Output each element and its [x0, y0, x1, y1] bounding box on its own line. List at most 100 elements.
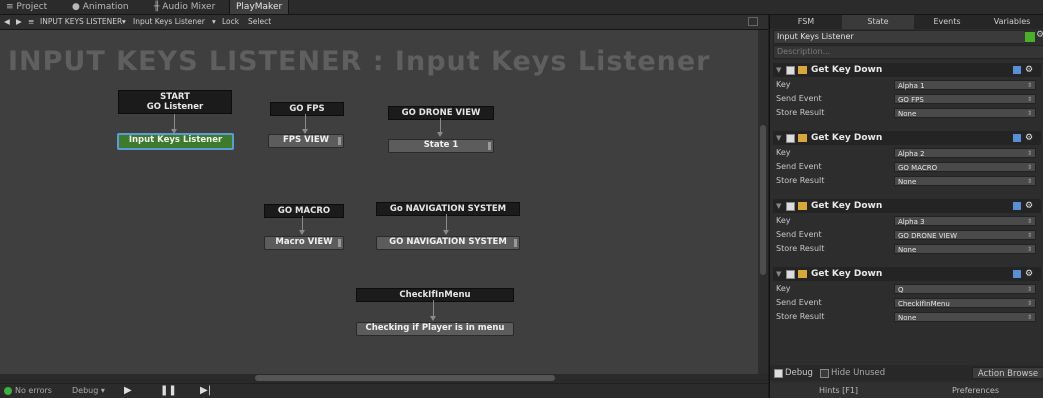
scroll-thumb[interactable] — [760, 125, 766, 275]
dropdown-arrow-icon: ⇕ — [1026, 82, 1032, 89]
forward-icon[interactable]: ▶ — [16, 15, 22, 29]
action-header[interactable]: ▼ Get Key Down ⚙ — [773, 199, 1041, 213]
scroll-thumb[interactable] — [255, 375, 555, 381]
state-color-swatch[interactable] — [1025, 32, 1035, 42]
event-label: GO Listener — [146, 102, 204, 112]
hide-unused-checkbox[interactable] — [820, 369, 829, 378]
gear-icon[interactable]: ⚙ — [1025, 63, 1033, 77]
state-label: GO NAVIGATION SYSTEM — [389, 237, 507, 247]
action-header[interactable]: ▼ Get Key Down ⚙ — [773, 63, 1041, 77]
event-box-checkifinmenu[interactable]: CheckIfInMenu — [356, 288, 514, 302]
event-box-go-navigation-system[interactable]: Go NAVIGATION SYSTEM — [376, 202, 520, 216]
event-box-go-macro[interactable]: GO MACRO — [264, 204, 344, 218]
pause-icon[interactable]: ❚❚ — [160, 384, 177, 398]
menu-icon[interactable]: ≡ — [28, 15, 34, 29]
arrowhead-icon — [430, 316, 436, 321]
gear-icon[interactable]: ⚙ — [1025, 199, 1033, 213]
event-label: GO MACRO — [277, 206, 331, 216]
help-icon[interactable] — [1013, 270, 1021, 278]
store-result-dropdown[interactable]: None ⇕ — [894, 312, 1036, 322]
key-dropdown[interactable]: Alpha 1 ⇕ — [894, 80, 1036, 90]
tab-playmaker[interactable]: PlayMaker — [229, 0, 290, 14]
param-label: Key — [776, 80, 791, 89]
debug-label: Debug — [785, 368, 813, 378]
breadcrumb-state[interactable]: Input Keys Listener — [133, 15, 205, 29]
horizontal-scrollbar[interactable] — [0, 374, 768, 383]
tab-label: Animation — [82, 2, 129, 12]
tab-events[interactable]: Events — [914, 15, 980, 29]
collapse-arrow-icon[interactable]: ▼ — [776, 63, 781, 77]
tab-state[interactable]: State — [842, 15, 914, 29]
action-icon — [798, 202, 807, 210]
tab-project[interactable]: ≡ Project — [0, 0, 53, 14]
collapse-arrow-icon[interactable]: ▼ — [776, 131, 781, 145]
select-button[interactable]: Select — [248, 15, 271, 29]
description-field[interactable]: Description... — [773, 45, 1043, 59]
play-icon[interactable]: ▶ — [124, 384, 132, 398]
state-name-field[interactable]: Input Keys Listener — [773, 30, 1026, 44]
send-event-dropdown[interactable]: GO MACRO ⇕ — [894, 162, 1036, 172]
action-header[interactable]: ▼ Get Key Down ⚙ — [773, 131, 1041, 145]
vertical-scrollbar[interactable] — [758, 30, 768, 374]
collapse-arrow-icon[interactable]: ▼ — [776, 199, 781, 213]
send-event-dropdown[interactable]: GO DRONE VIEW ⇕ — [894, 230, 1036, 240]
gear-icon[interactable]: ⚙ — [1036, 30, 1043, 40]
step-icon[interactable]: ▶| — [200, 384, 211, 398]
send-event-dropdown[interactable]: GO FPS ⇕ — [894, 94, 1036, 104]
event-box-go-fps[interactable]: GO FPS — [270, 102, 344, 116]
help-icon[interactable] — [1013, 66, 1021, 74]
action-enabled-checkbox[interactable] — [786, 66, 795, 75]
action-title: Get Key Down — [811, 65, 883, 75]
key-dropdown[interactable]: Alpha 3 ⇕ — [894, 216, 1036, 226]
breadcrumb-separator-icon: ▾ — [122, 17, 126, 26]
state-handle-icon — [338, 239, 341, 247]
action-browser-button[interactable]: Action Browse — [972, 367, 1043, 379]
action-enabled-checkbox[interactable] — [786, 270, 795, 279]
send-event-dropdown[interactable]: CheckIfInMenu ⇕ — [894, 298, 1036, 308]
debug-dropdown[interactable]: Debug ▾ — [72, 384, 105, 398]
state-handle-icon — [488, 142, 491, 150]
collapse-arrow-icon[interactable]: ▼ — [776, 267, 781, 281]
tab-audio-mixer[interactable]: ╫ Audio Mixer — [148, 0, 221, 14]
action-enabled-checkbox[interactable] — [786, 202, 795, 211]
param-label: Store Result — [776, 312, 825, 321]
state-node-macro-view[interactable]: Macro VIEW — [264, 236, 344, 250]
help-icon[interactable] — [1013, 134, 1021, 142]
inspector-footer: Debug Hide Unused Action Browse — [770, 365, 1043, 381]
param-label: Send Event — [776, 298, 822, 307]
tab-animation[interactable]: ● Animation — [66, 0, 135, 14]
store-result-dropdown[interactable]: None ⇕ — [894, 108, 1036, 118]
state-node-fps-view[interactable]: FPS VIEW — [268, 134, 344, 148]
inspector-panel: FSM State Events Variables Input Keys Li… — [769, 15, 1043, 398]
help-icon[interactable] — [1013, 202, 1021, 210]
gear-icon[interactable]: ⚙ — [1025, 131, 1033, 145]
tab-variables[interactable]: Variables — [980, 15, 1043, 29]
action-header[interactable]: ▼ Get Key Down ⚙ — [773, 267, 1041, 281]
action-enabled-checkbox[interactable] — [786, 134, 795, 143]
dropdown-value: None — [898, 178, 917, 186]
event-label: GO FPS — [289, 104, 325, 114]
fsm-graph-canvas[interactable]: INPUT KEYS LISTENER : Input Keys Listene… — [0, 30, 768, 374]
key-dropdown[interactable]: Alpha 2 ⇕ — [894, 148, 1036, 158]
store-result-dropdown[interactable]: None ⇕ — [894, 244, 1036, 254]
state-node-checking-if-player-is-in-menu[interactable]: Checking if Player is in menu — [356, 322, 514, 336]
window-tab-bar: ≡ Project ● Animation ╫ Audio Mixer Play… — [0, 0, 1043, 15]
key-dropdown[interactable]: Q ⇕ — [894, 284, 1036, 294]
lock-button[interactable]: Lock — [222, 15, 239, 29]
back-icon[interactable]: ◀ — [4, 15, 10, 29]
error-count[interactable]: No errors — [15, 384, 52, 398]
event-box-go-drone-view[interactable]: GO DRONE VIEW — [388, 106, 494, 120]
state-node-input-keys-listener[interactable]: Input Keys Listener — [117, 133, 234, 150]
breadcrumb-fsm[interactable]: INPUT KEYS LISTENER — [40, 15, 122, 29]
gear-icon[interactable]: ⚙ — [1025, 267, 1033, 281]
state-node-go-navigation-system[interactable]: GO NAVIGATION SYSTEM — [376, 236, 520, 250]
preferences-button[interactable]: Preferences — [907, 383, 1043, 398]
start-event-box[interactable]: START GO Listener — [118, 90, 232, 114]
hints-button[interactable]: Hints [F1] — [770, 383, 907, 398]
debug-checkbox[interactable] — [774, 369, 783, 378]
store-result-dropdown[interactable]: None ⇕ — [894, 176, 1036, 186]
minimap-toggle-icon[interactable] — [748, 17, 758, 26]
tab-fsm[interactable]: FSM — [770, 15, 842, 29]
state-node-state-1[interactable]: State 1 — [388, 139, 494, 153]
param-label: Send Event — [776, 94, 822, 103]
